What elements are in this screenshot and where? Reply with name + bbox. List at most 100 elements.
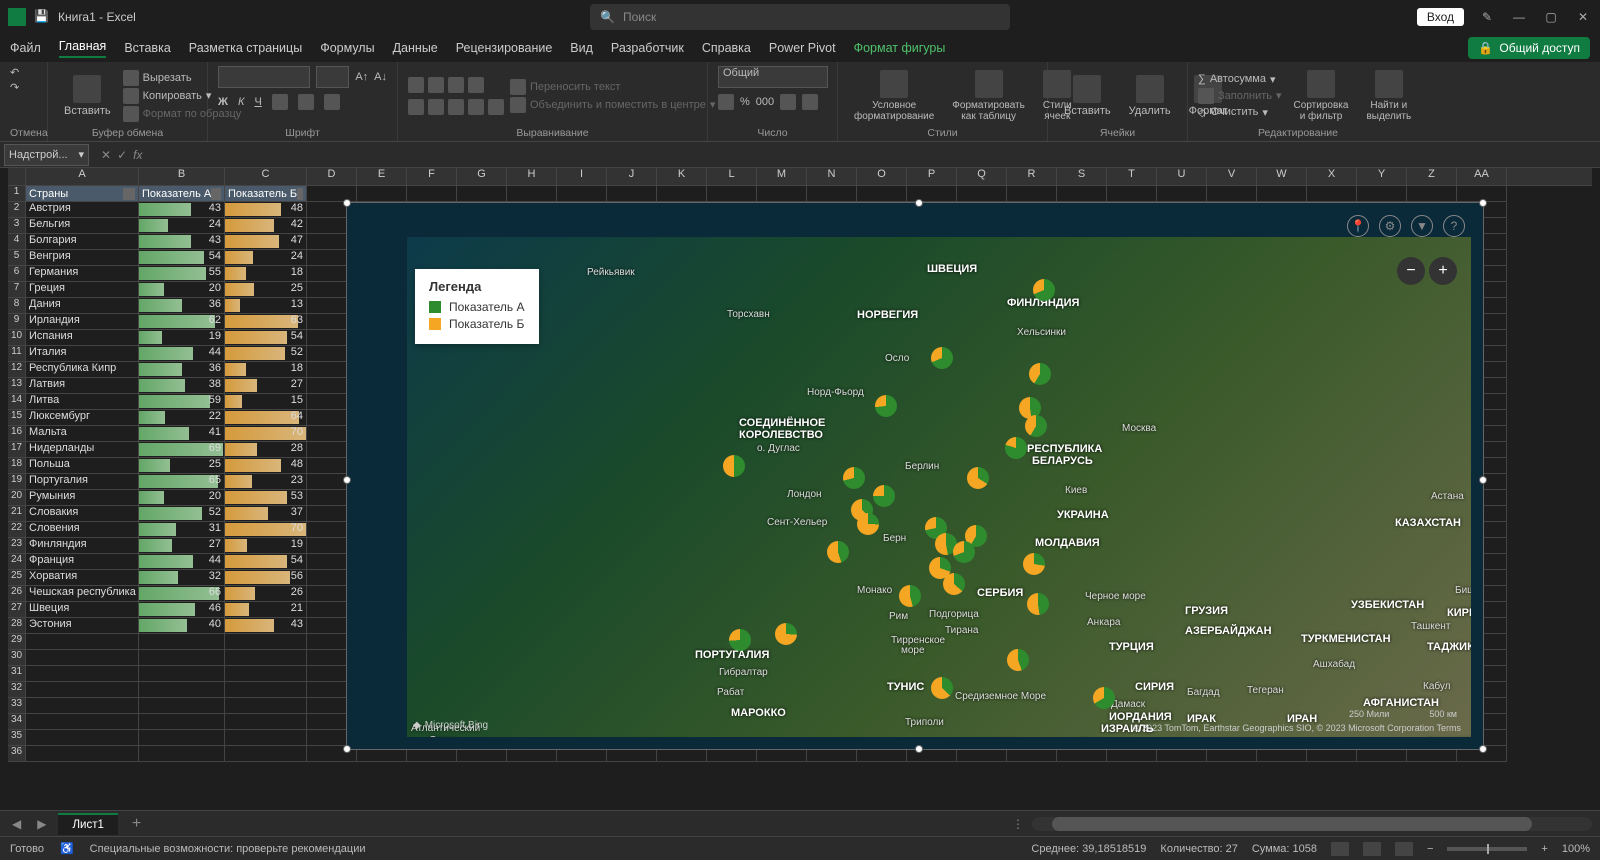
cell-value-b[interactable]: 13 — [225, 298, 307, 314]
confirm-icon[interactable]: ✓ — [117, 148, 127, 162]
view-page-layout-icon[interactable] — [1363, 842, 1381, 856]
zoom-level[interactable]: 100% — [1562, 843, 1590, 855]
cell-value-b[interactable]: 53 — [225, 490, 307, 506]
cell-value-b[interactable]: 19 — [225, 538, 307, 554]
map-pie-marker[interactable] — [1005, 437, 1027, 459]
row-header-27[interactable]: 27 — [8, 602, 26, 618]
cell-value-a[interactable]: 24 — [139, 218, 225, 234]
zoom-out-icon[interactable]: − — [1427, 843, 1433, 855]
table-header-b[interactable]: Показатель Б — [225, 186, 307, 202]
cell-value-b[interactable]: 48 — [225, 458, 307, 474]
col-header-N[interactable]: N — [807, 168, 857, 185]
cell-value-b[interactable]: 64 — [225, 410, 307, 426]
col-header-A[interactable]: A — [26, 168, 139, 185]
cell-country[interactable]: Бельгия — [26, 218, 139, 234]
view-page-break-icon[interactable] — [1395, 842, 1413, 856]
cell-value-b[interactable]: 43 — [225, 618, 307, 634]
table-header-country[interactable]: Страны — [26, 186, 139, 202]
map-pie-marker[interactable] — [857, 513, 879, 535]
underline-button[interactable]: Ч — [254, 96, 261, 108]
row-header-4[interactable]: 4 — [8, 234, 26, 250]
cell-value-b[interactable]: 28 — [225, 442, 307, 458]
status-accessibility[interactable]: Специальные возможности: проверьте реком… — [90, 843, 366, 855]
row-header-19[interactable]: 19 — [8, 474, 26, 490]
cell-value-b[interactable]: 26 — [225, 586, 307, 602]
map-settings-icon[interactable]: ⚙ — [1379, 215, 1401, 237]
fx-icon[interactable]: fx — [133, 148, 142, 162]
cell-country[interactable]: Люксембург — [26, 410, 139, 426]
insert-cells-button[interactable]: Вставить — [1058, 73, 1117, 119]
undo-icon[interactable]: ↶ — [10, 66, 37, 79]
cell-country[interactable]: Хорватия — [26, 570, 139, 586]
col-header-U[interactable]: U — [1157, 168, 1207, 185]
cell-country[interactable]: Нидерланды — [26, 442, 139, 458]
col-header-Q[interactable]: Q — [957, 168, 1007, 185]
cell-value-b[interactable]: 48 — [225, 202, 307, 218]
cell-value-b[interactable]: 70 — [225, 522, 307, 538]
cell-value-b[interactable]: 56 — [225, 570, 307, 586]
col-header-O[interactable]: O — [857, 168, 907, 185]
cell-country[interactable]: Дания — [26, 298, 139, 314]
paste-button[interactable]: Вставить — [58, 73, 117, 119]
cell-value-a[interactable]: 69 — [139, 442, 225, 458]
sheet-split-icon[interactable]: ⋮ — [1012, 817, 1024, 831]
accessibility-icon[interactable]: ♿ — [60, 842, 74, 855]
cell-value-a[interactable]: 43 — [139, 202, 225, 218]
row-header-30[interactable]: 30 — [8, 650, 26, 666]
cell-country[interactable]: Литва — [26, 394, 139, 410]
cell-value-a[interactable]: 20 — [139, 490, 225, 506]
cell-value-a[interactable]: 46 — [139, 602, 225, 618]
map-location-icon[interactable]: 📍 — [1347, 215, 1369, 237]
sheet-next-icon[interactable]: ▶ — [33, 817, 50, 831]
col-header-J[interactable]: J — [607, 168, 657, 185]
cell-country[interactable]: Мальта — [26, 426, 139, 442]
filter-icon[interactable] — [211, 188, 221, 200]
wrap-text-button[interactable]: Переносить текст — [510, 79, 715, 95]
cell-value-b[interactable]: 21 — [225, 602, 307, 618]
col-header-Z[interactable]: Z — [1407, 168, 1457, 185]
view-normal-icon[interactable] — [1331, 842, 1349, 856]
add-sheet-button[interactable]: + — [126, 815, 147, 833]
minimize-button[interactable]: — — [1510, 8, 1528, 26]
cell-value-a[interactable]: 43 — [139, 234, 225, 250]
map-pie-marker[interactable] — [843, 467, 865, 489]
cell-value-b[interactable]: 47 — [225, 234, 307, 250]
row-header-35[interactable]: 35 — [8, 730, 26, 746]
cell-value-b[interactable]: 15 — [225, 394, 307, 410]
row-header-36[interactable]: 36 — [8, 746, 26, 762]
map-zoom-in[interactable]: + — [1429, 257, 1457, 285]
align-middle-icon[interactable] — [428, 77, 444, 93]
menu-view[interactable]: Вид — [570, 41, 593, 55]
cell-country[interactable]: Эстония — [26, 618, 139, 634]
cell-value-a[interactable]: 25 — [139, 458, 225, 474]
menu-file[interactable]: Файл — [10, 41, 41, 55]
format-table-button[interactable]: Форматировать как таблицу — [946, 68, 1031, 124]
dec-decimal-icon[interactable] — [802, 94, 818, 110]
row-header-29[interactable]: 29 — [8, 634, 26, 650]
col-header-G[interactable]: G — [457, 168, 507, 185]
map-chart-object[interactable]: 📍 ⚙ ▼ ? Легенда Показатель А Показатель … — [346, 202, 1484, 750]
cell-value-a[interactable]: 65 — [139, 474, 225, 490]
map-pie-marker[interactable] — [1023, 553, 1045, 575]
cond-format-button[interactable]: Условное форматирование — [848, 68, 940, 124]
cell-value-a[interactable]: 44 — [139, 554, 225, 570]
cell-country[interactable]: Польша — [26, 458, 139, 474]
map-pie-marker[interactable] — [1007, 649, 1029, 671]
row-header-8[interactable]: 8 — [8, 298, 26, 314]
cell-value-a[interactable]: 19 — [139, 330, 225, 346]
login-button[interactable]: Вход — [1417, 8, 1464, 26]
align-bottom-icon[interactable] — [448, 77, 464, 93]
cell-country[interactable]: Германия — [26, 266, 139, 282]
row-header-2[interactable]: 2 — [8, 202, 26, 218]
cell-value-b[interactable]: 42 — [225, 218, 307, 234]
row-header-5[interactable]: 5 — [8, 250, 26, 266]
select-all-corner[interactable] — [8, 168, 26, 185]
row-header-31[interactable]: 31 — [8, 666, 26, 682]
cell-country[interactable]: Словакия — [26, 506, 139, 522]
cell-value-b[interactable]: 37 — [225, 506, 307, 522]
sheet-prev-icon[interactable]: ◀ — [8, 817, 25, 831]
map-pie-marker[interactable] — [1093, 687, 1115, 709]
bold-button[interactable]: Ж — [218, 96, 228, 108]
row-header-7[interactable]: 7 — [8, 282, 26, 298]
col-header-C[interactable]: C — [225, 168, 307, 185]
